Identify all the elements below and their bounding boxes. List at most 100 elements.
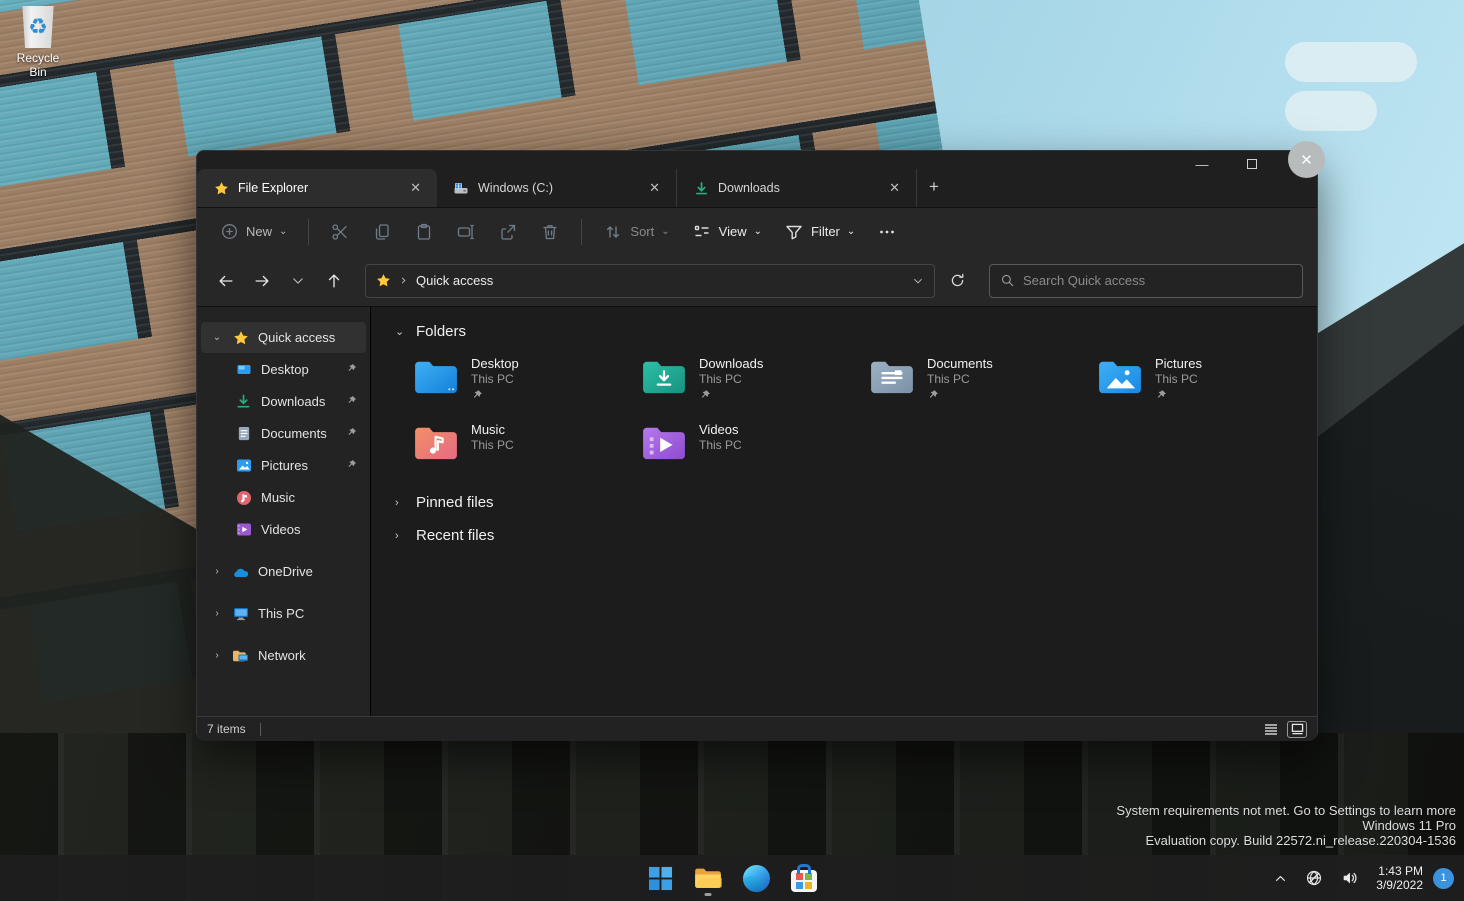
chevron-down-icon[interactable]: ⌄ — [211, 332, 223, 343]
watermark-line-1: System requirements not met. Go to Setti… — [1116, 803, 1456, 818]
sidebar-item-pictures[interactable]: Pictures — [201, 450, 366, 481]
folders-section-header[interactable]: ⌄ Folders — [395, 323, 1317, 340]
folder-tile-videos[interactable]: Videos This PC — [633, 416, 861, 478]
edge-taskbar-button[interactable] — [737, 859, 775, 897]
pin-icon — [346, 362, 358, 377]
recycle-bin-desktop-icon[interactable]: ♻ Recycle Bin — [8, 6, 68, 79]
tab-close-button[interactable]: ✕ — [404, 178, 427, 198]
pin-icon — [699, 388, 763, 400]
sidebar-item-desktop[interactable]: Desktop — [201, 354, 366, 385]
file-explorer-taskbar-button[interactable] — [689, 859, 727, 897]
folder-tile-music[interactable]: Music This PC — [405, 416, 633, 478]
start-button[interactable] — [641, 859, 679, 897]
microsoft-store-icon — [791, 864, 817, 892]
this-pc-monitor-icon — [232, 605, 249, 622]
tile-location: This PC — [471, 438, 514, 452]
new-button[interactable]: New ⌄ — [211, 215, 296, 248]
pin-icon — [346, 426, 358, 441]
new-tab-button[interactable]: + — [917, 175, 951, 199]
onedrive-cloud-icon — [232, 563, 249, 580]
pin-icon — [1155, 388, 1202, 400]
document-icon — [235, 425, 252, 442]
notification-count-badge[interactable]: 1 — [1433, 867, 1454, 889]
pinned-files-label: Pinned files — [416, 494, 494, 511]
details-view-button[interactable] — [1261, 721, 1281, 738]
store-taskbar-button[interactable] — [785, 859, 823, 897]
minimize-button[interactable]: — — [1191, 157, 1213, 172]
volume-icon[interactable] — [1334, 863, 1366, 893]
tile-location: This PC — [699, 372, 742, 386]
refresh-button[interactable] — [941, 266, 973, 296]
folder-tile-downloads[interactable]: Downloads This PC — [633, 350, 861, 412]
file-explorer-icon — [695, 868, 722, 888]
folders-section-label: Folders — [416, 323, 467, 340]
search-input[interactable] — [1023, 273, 1292, 288]
view-button[interactable]: View ⌄ — [683, 215, 771, 249]
tab-close-button[interactable]: ✕ — [643, 178, 666, 198]
tile-name: Music — [471, 422, 505, 437]
forward-button[interactable] — [247, 266, 277, 296]
search-icon — [1001, 274, 1014, 287]
address-bar[interactable]: Quick access — [365, 263, 935, 298]
sidebar-item-videos[interactable]: Videos — [201, 514, 366, 545]
sidebar-item-documents[interactable]: Documents — [201, 418, 366, 449]
address-dropdown-chevron-icon[interactable] — [912, 275, 924, 287]
sidebar-item-music[interactable]: Music — [201, 482, 366, 513]
toolbar-divider — [581, 218, 583, 245]
notification-close-button[interactable]: ✕ — [1288, 141, 1325, 178]
file-explorer-window: File Explorer ✕ Windows (C:) ✕ Downloads… — [196, 150, 1318, 741]
sort-button[interactable]: Sort ⌄ — [594, 215, 678, 249]
tile-location: This PC — [927, 372, 970, 386]
tray-overflow-chevron-icon[interactable] — [1267, 866, 1294, 891]
folder-tile-pictures[interactable]: Pictures This PC — [1089, 350, 1317, 412]
sidebar-item-label: Pictures — [261, 458, 308, 473]
network-icon — [232, 647, 249, 664]
chevron-right-icon[interactable]: › — [211, 650, 223, 661]
filter-button-label: Filter — [810, 224, 840, 239]
up-button[interactable] — [319, 266, 349, 296]
tab-close-button[interactable]: ✕ — [883, 178, 906, 198]
tile-location: This PC — [471, 372, 514, 386]
tile-name: Pictures — [1155, 356, 1202, 371]
share-button[interactable] — [489, 215, 527, 249]
rename-button[interactable] — [447, 215, 485, 249]
delete-button[interactable] — [531, 215, 569, 249]
quick-access-star-icon — [213, 180, 229, 196]
sidebar-item-network[interactable]: › Network — [201, 640, 366, 671]
watermark-line-3: Evaluation copy. Build 22572.ni_release.… — [1145, 833, 1456, 848]
tab-downloads[interactable]: Downloads ✕ — [677, 169, 917, 207]
chevron-right-icon[interactable]: › — [211, 566, 223, 577]
windows-logo-icon — [648, 866, 672, 890]
window-body: ⌄ Quick access Desktop Downloads Documen… — [197, 307, 1317, 716]
pinned-files-section-header[interactable]: › Pinned files — [395, 494, 1317, 511]
copy-button[interactable] — [363, 215, 401, 249]
sidebar-item-downloads[interactable]: Downloads — [201, 386, 366, 417]
breadcrumb-chevron-icon — [401, 277, 406, 284]
filter-button[interactable]: Filter ⌄ — [775, 215, 864, 249]
folder-tile-desktop[interactable]: Desktop This PC — [405, 350, 633, 412]
pin-icon — [471, 388, 519, 400]
recent-locations-button[interactable] — [283, 266, 313, 296]
tab-windows-c[interactable]: Windows (C:) ✕ — [437, 169, 677, 207]
cut-button[interactable] — [321, 215, 359, 249]
back-button[interactable] — [211, 266, 241, 296]
sidebar-item-onedrive[interactable]: › OneDrive — [201, 556, 366, 587]
sidebar-item-this-pc[interactable]: › This PC — [201, 598, 366, 629]
recent-files-section-header[interactable]: › Recent files — [395, 527, 1317, 544]
more-options-button[interactable] — [868, 215, 906, 249]
folder-tile-documents[interactable]: Documents This PC — [861, 350, 1089, 412]
tab-file-explorer[interactable]: File Explorer ✕ — [197, 169, 437, 207]
large-icons-view-button[interactable] — [1287, 720, 1307, 738]
status-bar: 7 items — [197, 716, 1317, 741]
taskbar: 1:43 PM 3/9/2022 1 — [0, 855, 1464, 901]
chevron-right-icon[interactable]: › — [211, 608, 223, 619]
tile-location: This PC — [699, 438, 742, 452]
taskbar-clock[interactable]: 1:43 PM 3/9/2022 — [1370, 864, 1429, 892]
sidebar-item-quick-access[interactable]: ⌄ Quick access — [201, 322, 366, 353]
paste-button[interactable] — [405, 215, 443, 249]
network-no-internet-icon[interactable] — [1298, 863, 1330, 893]
sidebar-item-label: Quick access — [258, 330, 336, 345]
maximize-button[interactable] — [1241, 157, 1263, 172]
recycle-bin-icon: ♻ — [22, 6, 54, 48]
chevron-right-icon: › — [395, 529, 399, 542]
